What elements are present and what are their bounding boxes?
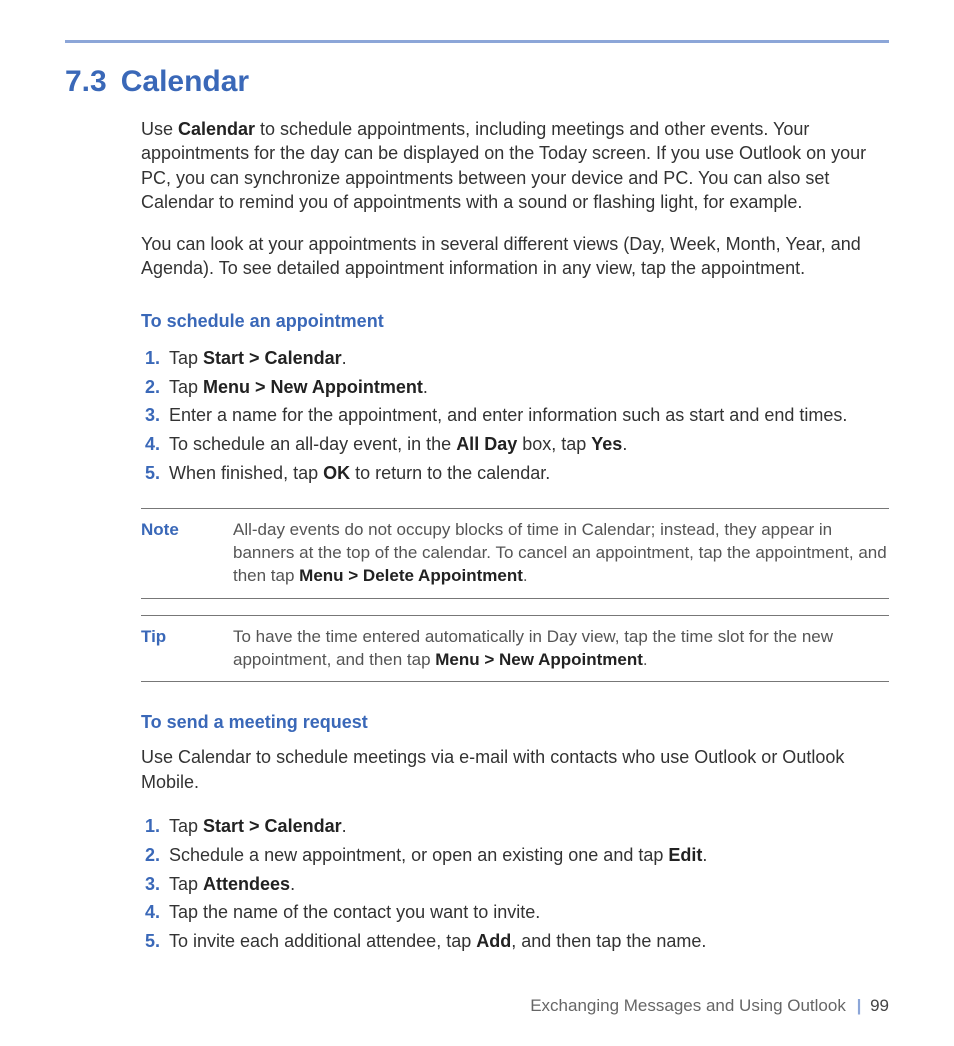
text: to return to the calendar.: [350, 463, 550, 483]
bold-text: Start > Calendar: [203, 348, 342, 368]
meeting-steps: Tap Start > Calendar. Schedule a new app…: [141, 812, 889, 956]
list-item: To invite each additional attendee, tap …: [165, 927, 889, 956]
text: Tap: [169, 377, 203, 397]
list-item: Tap Start > Calendar.: [165, 344, 889, 373]
list-item: When finished, tap OK to return to the c…: [165, 459, 889, 488]
list-item: To schedule an all-day event, in the All…: [165, 430, 889, 459]
footer-page-number: 99: [870, 996, 889, 1015]
bold-text: Start > Calendar: [203, 816, 342, 836]
text: .: [643, 650, 648, 669]
text: , and then tap the name.: [511, 931, 706, 951]
tip-content: To have the time entered automatically i…: [233, 626, 889, 672]
text: To schedule an all-day event, in the: [169, 434, 456, 454]
bold-text: Calendar: [178, 119, 255, 139]
page-footer: Exchanging Messages and Using Outlook | …: [65, 996, 889, 1016]
text: Use: [141, 119, 178, 139]
tip-label: Tip: [141, 626, 233, 672]
text: When finished, tap: [169, 463, 323, 483]
list-item: Schedule a new appointment, or open an e…: [165, 841, 889, 870]
intro-paragraph-1: Use Calendar to schedule appointments, i…: [141, 117, 889, 214]
text: To invite each additional attendee, tap: [169, 931, 476, 951]
text: Tap: [169, 816, 203, 836]
text: .: [423, 377, 428, 397]
bold-text: All Day: [456, 434, 517, 454]
note-callout: Note All-day events do not occupy blocks…: [141, 508, 889, 599]
bold-text: Yes: [591, 434, 622, 454]
text: Tap: [169, 348, 203, 368]
bold-text: Menu > New Appointment: [203, 377, 423, 397]
text: .: [290, 874, 295, 894]
text: .: [523, 566, 528, 585]
section-number: 7.3: [65, 65, 107, 99]
schedule-heading: To schedule an appointment: [141, 311, 889, 332]
bold-text: Edit: [668, 845, 702, 865]
section-title: Calendar: [121, 65, 249, 99]
note-label: Note: [141, 519, 233, 588]
text: .: [622, 434, 627, 454]
list-item: Tap Attendees.: [165, 870, 889, 899]
bold-text: Attendees: [203, 874, 290, 894]
text: .: [342, 816, 347, 836]
footer-chapter: Exchanging Messages and Using Outlook: [530, 996, 846, 1015]
list-item: Enter a name for the appointment, and en…: [165, 401, 889, 430]
bold-text: Menu > New Appointment: [435, 650, 643, 669]
list-item: Tap the name of the contact you want to …: [165, 898, 889, 927]
text: .: [702, 845, 707, 865]
text: Schedule a new appointment, or open an e…: [169, 845, 668, 865]
bold-text: Menu > Delete Appointment: [299, 566, 523, 585]
footer-divider: |: [857, 996, 862, 1015]
bold-text: Add: [476, 931, 511, 951]
list-item: Tap Start > Calendar.: [165, 812, 889, 841]
intro-paragraph-2: You can look at your appointments in sev…: [141, 232, 889, 281]
meeting-heading: To send a meeting request: [141, 712, 889, 733]
tip-callout: Tip To have the time entered automatical…: [141, 615, 889, 683]
text: box, tap: [517, 434, 591, 454]
bold-text: OK: [323, 463, 350, 483]
text: .: [342, 348, 347, 368]
meeting-intro: Use Calendar to schedule meetings via e-…: [141, 745, 889, 794]
text: Tap: [169, 874, 203, 894]
schedule-steps: Tap Start > Calendar. Tap Menu > New App…: [141, 344, 889, 488]
top-rule: [65, 40, 889, 43]
section-heading: 7.3 Calendar: [65, 65, 889, 99]
note-content: All-day events do not occupy blocks of t…: [233, 519, 889, 588]
list-item: Tap Menu > New Appointment.: [165, 373, 889, 402]
